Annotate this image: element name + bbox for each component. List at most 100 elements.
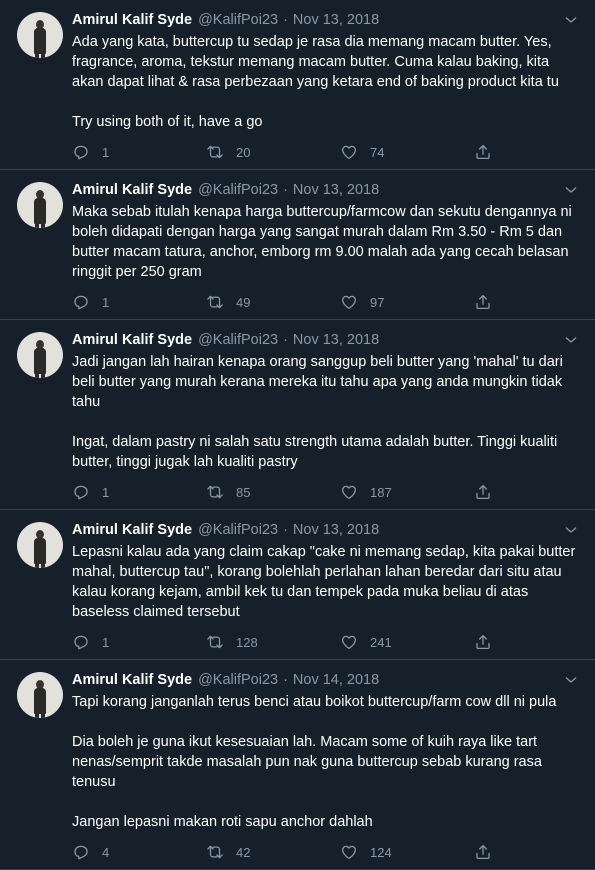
share-icon — [476, 634, 490, 650]
retweet-count: 85 — [236, 484, 251, 500]
author-name[interactable]: Amirul Kalif Syde — [72, 182, 192, 198]
tweet-actions: 1 85 187 — [72, 475, 579, 509]
heart-icon — [341, 295, 357, 310]
reply-icon — [74, 635, 88, 650]
retweet-button[interactable]: 20 — [206, 143, 340, 161]
reply-count: 1 — [102, 144, 110, 160]
tweet[interactable]: Amirul Kalif Syde @KalifPoi23 · Nov 13, … — [0, 0, 595, 170]
retweet-count: 128 — [236, 634, 258, 650]
like-count: 124 — [370, 844, 392, 860]
retweet-count: 20 — [236, 144, 251, 160]
separator-dot: · — [283, 182, 288, 198]
avatar[interactable] — [17, 182, 63, 228]
reply-count: 1 — [102, 484, 110, 500]
reply-count: 4 — [102, 844, 110, 860]
tweet-paragraph: Ingat, dalam pastry ni salah satu streng… — [72, 434, 562, 470]
retweet-icon — [207, 145, 223, 159]
chevron-down-icon[interactable] — [563, 672, 579, 688]
tweet-date[interactable]: Nov 14, 2018 — [293, 672, 379, 688]
author-handle[interactable]: @KalifPoi23 — [198, 672, 278, 688]
tweet-text: Lepasni kalau ada yang claim cakap "cake… — [72, 542, 579, 622]
tweet[interactable]: Amirul Kalif Syde @KalifPoi23 · Nov 13, … — [0, 320, 595, 510]
author-handle[interactable]: @KalifPoi23 — [198, 332, 278, 348]
author-handle[interactable]: @KalifPoi23 — [198, 182, 278, 198]
reply-icon — [74, 145, 88, 160]
tweet-date[interactable]: Nov 13, 2018 — [293, 332, 379, 348]
tweet-text: Jadi jangan lah hairan kenapa orang sang… — [72, 352, 579, 472]
separator-dot: · — [283, 12, 288, 28]
reply-button[interactable]: 1 — [72, 293, 206, 311]
retweet-count: 49 — [236, 294, 251, 310]
share-button[interactable] — [474, 293, 504, 311]
reply-button[interactable]: 1 — [72, 633, 206, 651]
tweet-header: Amirul Kalif Syde @KalifPoi23 · Nov 13, … — [72, 182, 579, 202]
avatar[interactable] — [17, 12, 63, 58]
like-count: 241 — [370, 634, 392, 650]
tweet[interactable]: Amirul Kalif Syde @KalifPoi23 · Nov 14, … — [0, 660, 595, 870]
tweet-paragraph: Try using both of it, have a go — [72, 114, 263, 130]
avatar[interactable] — [17, 332, 63, 378]
tweet-header: Amirul Kalif Syde @KalifPoi23 · Nov 13, … — [72, 522, 579, 542]
avatar[interactable] — [17, 672, 63, 718]
author-name[interactable]: Amirul Kalif Syde — [72, 522, 192, 538]
author-name[interactable]: Amirul Kalif Syde — [72, 332, 192, 348]
like-button[interactable]: 187 — [340, 483, 474, 501]
tweet-paragraph: Dia boleh je guna ikut kesesuaian lah. M… — [72, 734, 546, 790]
retweet-button[interactable]: 49 — [206, 293, 340, 311]
tweet[interactable]: Amirul Kalif Syde @KalifPoi23 · Nov 13, … — [0, 510, 595, 660]
tweet-date[interactable]: Nov 13, 2018 — [293, 12, 379, 28]
reply-button[interactable]: 1 — [72, 143, 206, 161]
tweet-paragraph: Lepasni kalau ada yang claim cakap "cake… — [72, 544, 580, 620]
share-button[interactable] — [474, 143, 504, 161]
tweet-actions: 1 20 74 — [72, 135, 579, 169]
retweet-icon — [207, 845, 223, 859]
reply-icon — [74, 295, 88, 310]
author-name[interactable]: Amirul Kalif Syde — [72, 12, 192, 28]
tweet-text: Tapi korang janganlah terus benci atau b… — [72, 692, 579, 832]
share-button[interactable] — [474, 633, 504, 651]
share-button[interactable] — [474, 483, 504, 501]
chevron-down-icon[interactable] — [563, 522, 579, 538]
tweet-paragraph: Tapi korang janganlah terus benci atau b… — [72, 694, 557, 710]
chevron-down-icon[interactable] — [563, 182, 579, 198]
retweet-count: 42 — [236, 844, 251, 860]
retweet-icon — [207, 485, 223, 499]
like-button[interactable]: 97 — [340, 293, 474, 311]
tweet-header: Amirul Kalif Syde @KalifPoi23 · Nov 13, … — [72, 332, 579, 352]
tweet-paragraph: Jangan lepasni makan roti sapu anchor da… — [72, 814, 373, 830]
reply-button[interactable]: 1 — [72, 483, 206, 501]
share-icon — [476, 144, 490, 160]
retweet-button[interactable]: 128 — [206, 633, 340, 651]
separator-dot: · — [283, 672, 288, 688]
like-button[interactable]: 124 — [340, 843, 474, 861]
reply-button[interactable]: 4 — [72, 843, 206, 861]
tweet-actions: 4 42 124 — [72, 835, 579, 869]
like-count: 97 — [370, 294, 385, 310]
author-handle[interactable]: @KalifPoi23 — [198, 522, 278, 538]
tweet-date[interactable]: Nov 13, 2018 — [293, 522, 379, 538]
chevron-down-icon[interactable] — [563, 12, 579, 28]
tweet-paragraph: Jadi jangan lah hairan kenapa orang sang… — [72, 354, 567, 410]
like-button[interactable]: 74 — [340, 143, 474, 161]
author-handle[interactable]: @KalifPoi23 — [198, 12, 278, 28]
retweet-button[interactable]: 42 — [206, 843, 340, 861]
avatar[interactable] — [17, 522, 63, 568]
retweet-button[interactable]: 85 — [206, 483, 340, 501]
retweet-icon — [207, 635, 223, 649]
share-icon — [476, 844, 490, 860]
tweet-date[interactable]: Nov 13, 2018 — [293, 182, 379, 198]
tweet-paragraph: Maka sebab itulah kenapa harga buttercup… — [72, 204, 576, 280]
tweet[interactable]: Amirul Kalif Syde @KalifPoi23 · Nov 13, … — [0, 170, 595, 320]
separator-dot: · — [283, 522, 288, 538]
share-button[interactable] — [474, 843, 504, 861]
chevron-down-icon[interactable] — [563, 332, 579, 348]
reply-icon — [74, 485, 88, 500]
author-name[interactable]: Amirul Kalif Syde — [72, 672, 192, 688]
like-button[interactable]: 241 — [340, 633, 474, 651]
share-icon — [476, 294, 490, 310]
tweet-actions: 1 49 97 — [72, 285, 579, 319]
retweet-icon — [207, 295, 223, 309]
